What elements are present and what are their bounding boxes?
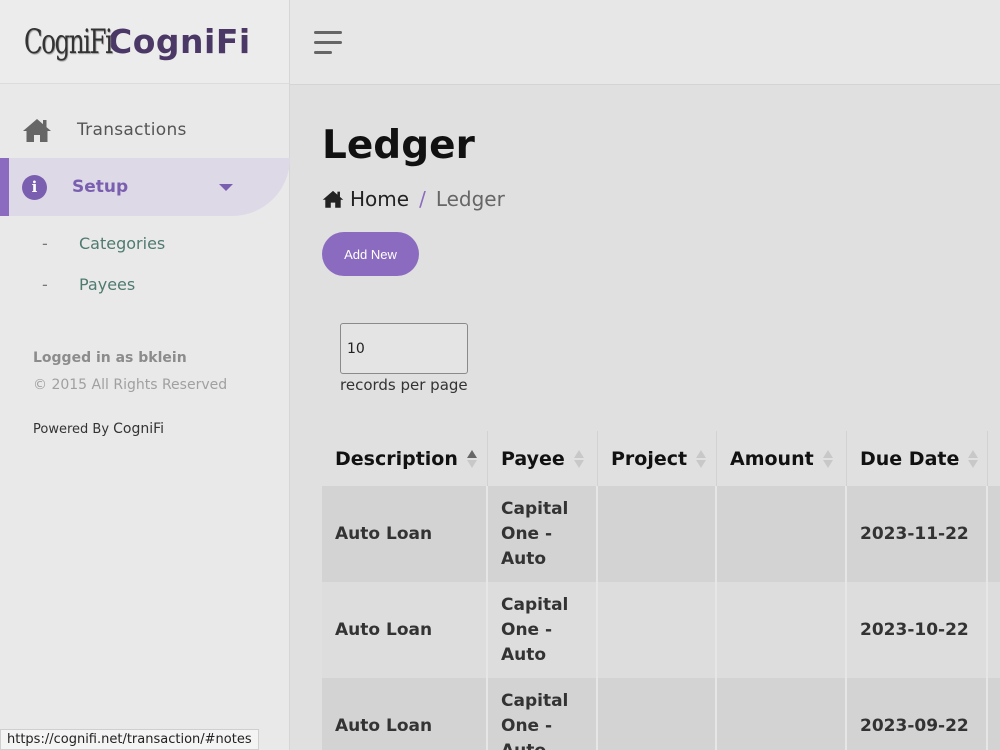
column-header-label: Payee bbox=[501, 447, 565, 470]
sidebar-subitem-categories[interactable]: - Categories bbox=[42, 234, 165, 253]
column-header-label: Description bbox=[335, 447, 458, 470]
cell-overflow bbox=[988, 678, 1000, 750]
info-icon: i bbox=[22, 174, 47, 200]
chevron-down-icon bbox=[219, 184, 233, 191]
brand[interactable]: CogniFi CogniFi bbox=[0, 0, 289, 84]
table-row[interactable]: Auto Loan Capital One - Auto 2023-09-22 bbox=[322, 678, 1000, 750]
cell-payee: Capital One - Auto bbox=[488, 678, 598, 750]
sidebar-subitem-label: Categories bbox=[79, 234, 166, 253]
cell-due-date: 2023-11-22 bbox=[847, 486, 988, 582]
cell-amount bbox=[717, 486, 847, 582]
dash-marker: - bbox=[42, 275, 48, 294]
powered-brand[interactable]: CogniFi bbox=[113, 421, 164, 437]
table-row[interactable]: Auto Loan Capital One - Auto 2023-10-22 bbox=[322, 582, 1000, 678]
breadcrumb-current: Ledger bbox=[435, 187, 505, 211]
cell-overflow bbox=[988, 582, 1000, 678]
cell-overflow bbox=[988, 486, 1000, 582]
status-bar-url: https://cognifi.net/transaction/#notes bbox=[0, 729, 259, 750]
ledger-table: Description Payee Project Amount Due Dat… bbox=[322, 431, 1000, 750]
table-row[interactable]: Auto Loan Capital One - Auto 2023-11-22 bbox=[322, 486, 1000, 582]
cell-due-date: 2023-10-22 bbox=[847, 582, 988, 678]
table-header: Description Payee Project Amount Due Dat… bbox=[322, 431, 1000, 486]
sidebar-subitem-payees[interactable]: - Payees bbox=[42, 275, 135, 294]
top-bar bbox=[290, 0, 1000, 85]
home-icon bbox=[23, 119, 51, 142]
column-header-description[interactable]: Description bbox=[322, 431, 488, 486]
brand-name: CogniFi bbox=[108, 22, 251, 61]
breadcrumb-home-link[interactable]: Home bbox=[350, 187, 409, 211]
sidebar-item-label: Transactions bbox=[77, 120, 187, 140]
breadcrumb-separator: / bbox=[419, 187, 426, 211]
cell-amount bbox=[717, 582, 847, 678]
home-icon bbox=[322, 190, 344, 208]
sort-icon bbox=[466, 449, 477, 468]
cell-description: Auto Loan bbox=[322, 582, 488, 678]
dash-marker: - bbox=[42, 234, 48, 253]
column-header-due-date[interactable]: Due Date bbox=[847, 431, 988, 486]
column-header-payee[interactable]: Payee bbox=[488, 431, 598, 486]
logged-in-text: Logged in as bklein bbox=[33, 350, 187, 366]
copyright-text: © 2015 All Rights Reserved bbox=[33, 377, 228, 393]
cell-payee: Capital One - Auto bbox=[488, 486, 598, 582]
column-header-label: Project bbox=[611, 447, 688, 470]
breadcrumb: Home / Ledger bbox=[322, 187, 505, 211]
records-per-page-label: records per page bbox=[340, 376, 468, 394]
hamburger-menu-icon[interactable] bbox=[314, 31, 342, 55]
sort-icon bbox=[696, 449, 707, 468]
powered-by: Powered By CogniFi bbox=[33, 421, 164, 437]
sort-icon bbox=[968, 449, 979, 468]
sort-icon bbox=[573, 449, 584, 468]
page-title: Ledger bbox=[322, 123, 475, 168]
cell-due-date: 2023-09-22 bbox=[847, 678, 988, 750]
sidebar: CogniFi CogniFi Transactions i Setup - C… bbox=[0, 0, 290, 750]
sort-icon bbox=[822, 449, 833, 468]
column-header-amount[interactable]: Amount bbox=[717, 431, 847, 486]
cell-project bbox=[598, 582, 717, 678]
cell-amount bbox=[717, 678, 847, 750]
cell-project bbox=[598, 486, 717, 582]
column-header-label: Amount bbox=[730, 447, 814, 470]
sidebar-item-setup[interactable]: i Setup bbox=[0, 158, 290, 216]
sidebar-item-label: Setup bbox=[72, 177, 129, 197]
cell-project bbox=[598, 678, 717, 750]
brand-logo: CogniFi bbox=[24, 21, 113, 62]
column-header-label: Due Date bbox=[860, 447, 960, 470]
powered-prefix: Powered By bbox=[33, 422, 110, 437]
add-new-button[interactable]: Add New bbox=[322, 232, 419, 276]
column-header-overflow bbox=[988, 431, 1000, 486]
records-per-page-input[interactable] bbox=[340, 323, 468, 374]
cell-payee: Capital One - Auto bbox=[488, 582, 598, 678]
sidebar-item-transactions[interactable]: Transactions bbox=[22, 112, 187, 148]
cell-description: Auto Loan bbox=[322, 486, 488, 582]
cell-description: Auto Loan bbox=[322, 678, 488, 750]
sidebar-subitem-label: Payees bbox=[79, 275, 136, 294]
column-header-project[interactable]: Project bbox=[598, 431, 717, 486]
